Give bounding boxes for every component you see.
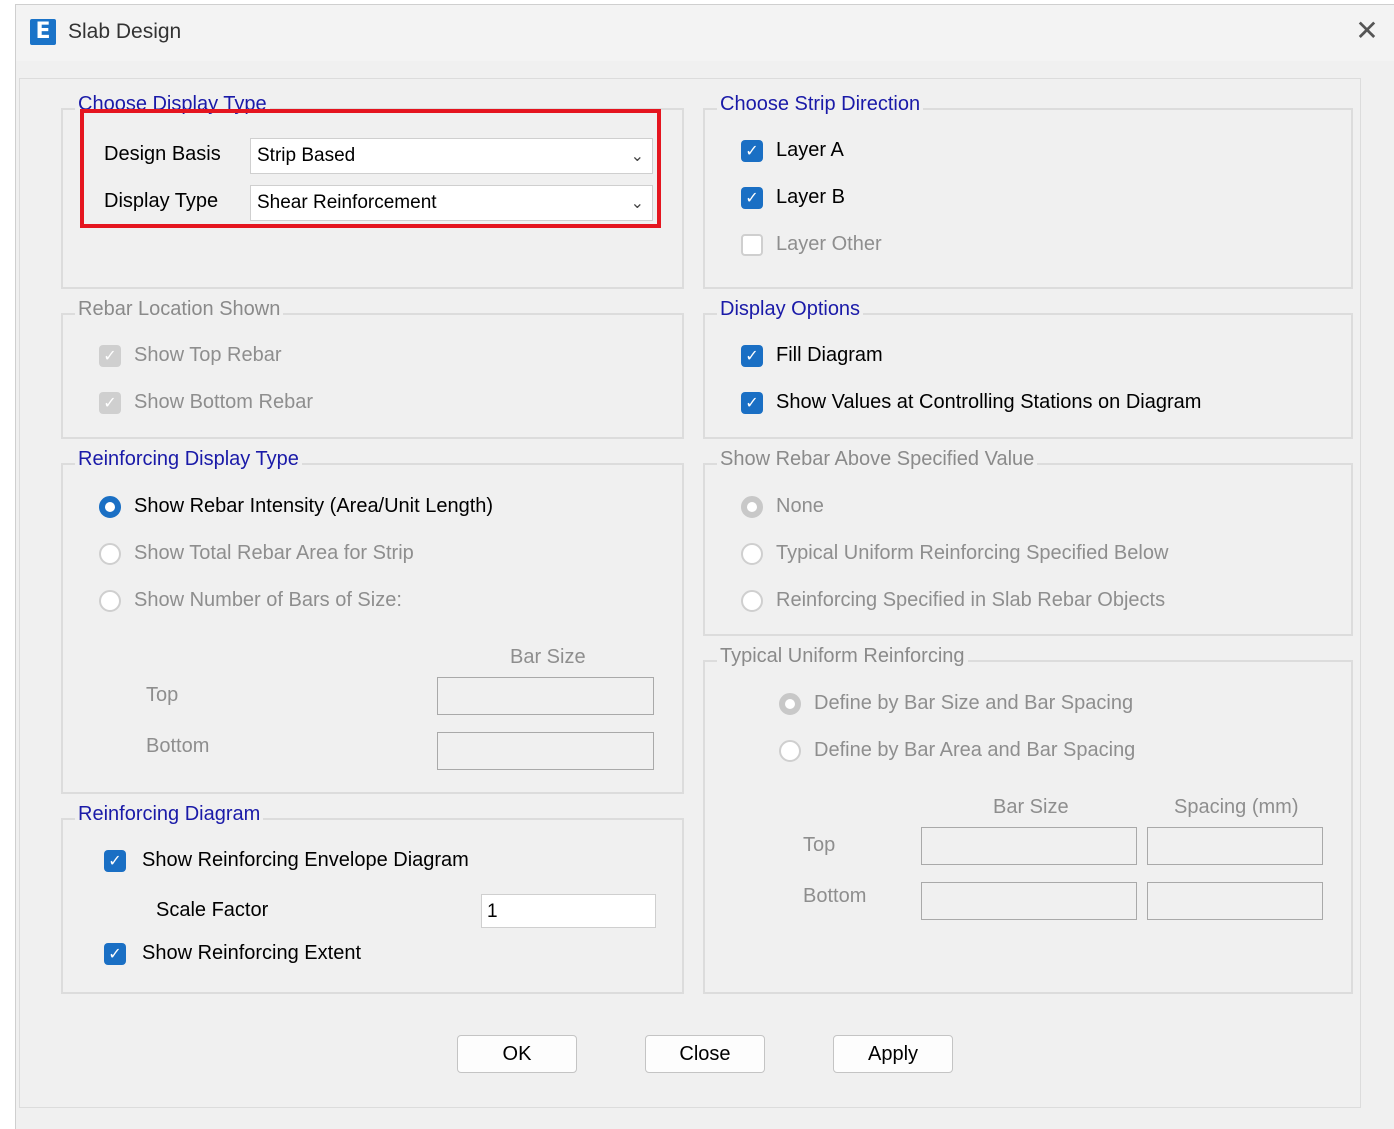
reinforcing-diagram-group: Reinforcing Diagram ✓ Show Reinforcing E… <box>61 803 684 994</box>
total-rebar-area-radio[interactable] <box>99 543 121 565</box>
highlight-annotation-box <box>80 109 661 228</box>
layer-b-label: Layer B <box>776 186 845 208</box>
number-of-bars-radio[interactable] <box>99 590 121 612</box>
top-bar-size-field[interactable] <box>437 677 654 715</box>
display-options-group: Display Options ✓ Fill Diagram ✓ Show Va… <box>703 298 1353 439</box>
typical-uniform-group: Typical Uniform Reinforcing Define by Ba… <box>703 645 1353 994</box>
close-button[interactable]: Close <box>645 1035 765 1073</box>
typical-uniform-label: Typical Uniform Reinforcing Specified Be… <box>776 542 1169 564</box>
bar-size-header: Bar Size <box>510 646 586 668</box>
app-logo-icon: E <box>30 19 56 45</box>
bottom-spacing-field[interactable] <box>1147 882 1323 920</box>
show-bottom-rebar-checkbox[interactable]: ✓ <box>99 392 121 414</box>
reinforcing-diagram-legend: Reinforcing Diagram <box>75 803 264 826</box>
show-top-rebar-checkbox[interactable]: ✓ <box>99 345 121 367</box>
bar-size-spacing-label: Define by Bar Size and Bar Spacing <box>814 692 1134 714</box>
close-window-icon[interactable]: ✕ <box>1353 17 1381 45</box>
none-radio[interactable] <box>741 496 763 518</box>
show-values-checkbox[interactable]: ✓ <box>741 392 763 414</box>
apply-button[interactable]: Apply <box>833 1035 953 1073</box>
fill-diagram-checkbox[interactable]: ✓ <box>741 345 763 367</box>
layer-a-checkbox[interactable]: ✓ <box>741 140 763 162</box>
show-envelope-checkbox[interactable]: ✓ <box>104 850 126 872</box>
reinforcing-display-group: Reinforcing Display Type Show Rebar Inte… <box>61 448 684 794</box>
number-of-bars-label: Show Number of Bars of Size: <box>134 589 402 611</box>
none-label: None <box>776 495 824 517</box>
bar-size-header: Bar Size <box>993 796 1069 818</box>
rebar-intensity-radio[interactable] <box>99 496 121 518</box>
bar-area-spacing-radio[interactable] <box>779 740 801 762</box>
bottom-bar-size-field[interactable] <box>921 882 1137 920</box>
fill-diagram-label: Fill Diagram <box>776 344 883 366</box>
ok-button[interactable]: OK <box>457 1035 577 1073</box>
typical-uniform-legend: Typical Uniform Reinforcing <box>717 645 968 668</box>
window-title: Slab Design <box>68 20 182 43</box>
bottom-bar-size-field[interactable] <box>437 732 654 770</box>
bar-area-spacing-label: Define by Bar Area and Bar Spacing <box>814 739 1136 761</box>
layer-a-label: Layer A <box>776 139 844 161</box>
reinforcing-display-legend: Reinforcing Display Type <box>75 448 302 471</box>
top-spacing-field[interactable] <box>1147 827 1323 865</box>
typical-uniform-radio[interactable] <box>741 543 763 565</box>
total-rebar-area-label: Show Total Rebar Area for Strip <box>134 542 414 564</box>
layer-other-checkbox[interactable] <box>741 234 763 256</box>
bottom-label: Bottom <box>803 885 867 907</box>
bar-size-spacing-radio[interactable] <box>779 693 801 715</box>
show-bottom-rebar-label: Show Bottom Rebar <box>134 391 313 413</box>
top-bar-size-field[interactable] <box>921 827 1137 865</box>
layer-b-checkbox[interactable]: ✓ <box>741 187 763 209</box>
rebar-location-group: Rebar Location Shown ✓ Show Top Rebar ✓ … <box>61 298 684 439</box>
strip-direction-group: Choose Strip Direction ✓ Layer A ✓ Layer… <box>703 93 1353 289</box>
strip-direction-legend: Choose Strip Direction <box>717 93 924 116</box>
scale-factor-label: Scale Factor <box>156 899 269 921</box>
show-rebar-above-legend: Show Rebar Above Specified Value <box>717 448 1038 471</box>
slab-rebar-objects-label: Reinforcing Specified in Slab Rebar Obje… <box>776 589 1166 611</box>
show-top-rebar-label: Show Top Rebar <box>134 344 282 366</box>
show-envelope-label: Show Reinforcing Envelope Diagram <box>142 849 469 871</box>
show-values-label: Show Values at Controlling Stations on D… <box>776 391 1202 413</box>
layer-other-label: Layer Other <box>776 233 882 255</box>
spacing-header: Spacing (mm) <box>1174 796 1299 818</box>
top-label: Top <box>146 684 179 706</box>
show-extent-checkbox[interactable]: ✓ <box>104 943 126 965</box>
top-label: Top <box>803 834 836 856</box>
title-bar: E Slab Design ✕ <box>16 5 1394 61</box>
slab-rebar-objects-radio[interactable] <box>741 590 763 612</box>
rebar-location-legend: Rebar Location Shown <box>75 298 284 321</box>
scale-factor-input[interactable]: 1 <box>481 894 656 928</box>
display-options-legend: Display Options <box>717 298 864 321</box>
rebar-intensity-label: Show Rebar Intensity (Area/Unit Length) <box>134 495 494 517</box>
bottom-label: Bottom <box>146 735 210 757</box>
show-extent-label: Show Reinforcing Extent <box>142 942 362 964</box>
show-rebar-above-group: Show Rebar Above Specified Value None Ty… <box>703 448 1353 636</box>
